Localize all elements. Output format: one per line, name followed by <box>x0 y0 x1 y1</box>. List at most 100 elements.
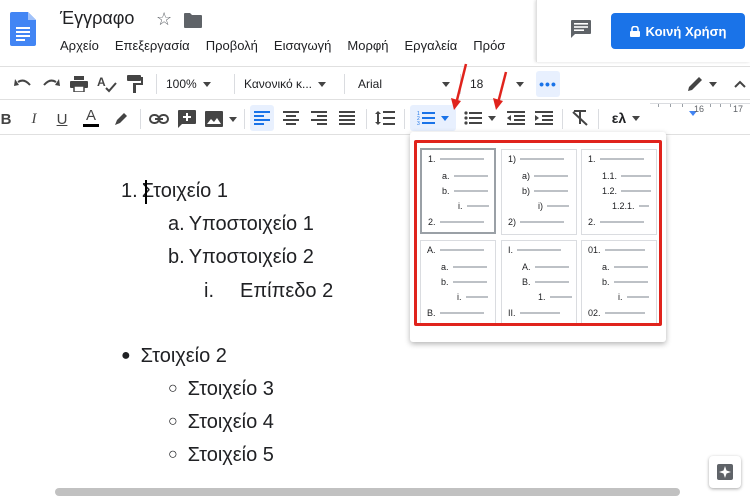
bold-icon: B <box>0 110 12 128</box>
zoom-value: 100% <box>166 77 197 91</box>
zoom-caret-icon <box>202 81 211 87</box>
toolbar-separator <box>366 109 367 129</box>
list-item-text: Υποστοιχείο 2 <box>188 246 314 268</box>
menu-view[interactable]: Προβολή <box>206 38 258 58</box>
annotation-arrows <box>451 63 508 110</box>
italic-button[interactable]: I <box>24 106 44 132</box>
chevron-up-icon <box>734 80 746 88</box>
list-marker: b. <box>168 246 185 268</box>
undo-button[interactable] <box>10 71 36 97</box>
clear-formatting-icon <box>572 110 588 126</box>
hollow-bullet-icon: ○ <box>168 413 178 430</box>
undo-icon <box>14 79 31 86</box>
list-item-text: Στοιχείο 3 <box>187 378 274 400</box>
line-spacing-button[interactable] <box>373 105 397 131</box>
docs-logo-icon[interactable] <box>10 12 36 46</box>
comment-icon[interactable] <box>571 20 591 38</box>
toolbar-separator <box>244 109 245 129</box>
menu-format[interactable]: Μορφή <box>347 38 388 58</box>
toolbar-separator <box>234 74 235 94</box>
list-item[interactable]: ○ Στοιχείο 5 <box>168 444 274 467</box>
zoom-select[interactable]: 100% <box>166 71 226 97</box>
paint-format-icon <box>127 75 143 93</box>
annotation-highlight-box <box>414 140 662 326</box>
style-caret-icon <box>318 81 326 87</box>
list-item[interactable]: ○ Στοιχείο 3 <box>168 378 274 401</box>
redo-button[interactable] <box>38 71 64 97</box>
text-color-icon: A <box>85 106 96 124</box>
print-button[interactable] <box>66 71 92 97</box>
hollow-bullet-icon: ○ <box>168 446 178 463</box>
list-item[interactable]: a. Υποστοιχείο 1 <box>168 213 314 236</box>
share-button[interactable]: Κοινή Χρήση <box>611 13 745 49</box>
insert-image-button[interactable] <box>204 106 238 132</box>
highlighter-icon <box>115 113 127 125</box>
folder-icon[interactable] <box>184 12 202 28</box>
toolbar-format: B I U A 1 2 3 ελ <box>0 101 750 135</box>
add-comment-button[interactable] <box>176 106 198 132</box>
font-value: Arial <box>358 77 383 91</box>
horizontal-scrollbar[interactable] <box>55 488 680 496</box>
align-center-button[interactable] <box>279 105 303 131</box>
menu-bar: Αρχείο Επεξεργασία Προβολή Εισαγωγή Μορφ… <box>60 38 521 58</box>
more-tools-button[interactable]: ••• <box>536 71 560 97</box>
text-color-button[interactable]: A <box>80 104 102 130</box>
list-marker: a. <box>168 213 185 235</box>
input-tools-button[interactable]: ελ <box>606 105 646 131</box>
align-left-button[interactable] <box>250 105 274 131</box>
underline-button[interactable]: U <box>52 106 72 132</box>
clear-formatting-button[interactable] <box>568 105 592 131</box>
add-comment-icon <box>178 110 196 128</box>
menu-file[interactable]: Αρχείο <box>60 38 99 58</box>
spellcheck-icon: A <box>97 75 117 93</box>
list-item[interactable]: i. Επίπεδο 2 <box>204 280 333 303</box>
paint-format-button[interactable] <box>122 71 148 97</box>
toolbar-separator <box>140 109 141 129</box>
editing-mode-button[interactable] <box>684 71 720 97</box>
doc-title[interactable]: Έγγραφο <box>60 8 134 29</box>
list-item[interactable]: 1. Στοιχείο 1 <box>121 180 228 203</box>
list-item[interactable]: ○ Στοιχείο 4 <box>168 411 274 434</box>
list-item-text: Στοιχείο 1 <box>141 180 228 202</box>
toolbar-separator <box>344 74 345 94</box>
spellcheck-button[interactable]: A <box>94 71 120 97</box>
list-item-text: Υποστοιχείο 1 <box>188 213 314 235</box>
menu-addons[interactable]: Πρόσ <box>473 38 505 58</box>
redo-icon <box>43 79 60 86</box>
list-item[interactable]: b. Υποστοιχείο 2 <box>168 246 314 269</box>
lock-icon <box>629 25 640 37</box>
align-center-icon <box>283 111 299 125</box>
increase-indent-button[interactable] <box>532 105 556 131</box>
menu-edit[interactable]: Επεξεργασία <box>115 38 190 58</box>
justify-button[interactable] <box>335 105 359 131</box>
image-caret-icon <box>229 116 237 122</box>
bullet-icon: ● <box>121 347 131 364</box>
insert-link-button[interactable] <box>148 106 170 132</box>
align-right-button[interactable] <box>307 105 331 131</box>
star-icon[interactable]: ☆ <box>156 9 172 30</box>
font-select[interactable]: Arial <box>358 71 450 97</box>
ruler: 16 17 <box>650 101 750 117</box>
hide-menus-button[interactable] <box>730 71 750 97</box>
explore-button[interactable] <box>709 456 741 488</box>
list-item[interactable]: ● Στοιχείο 2 <box>121 345 227 368</box>
list-marker: 1. <box>121 180 138 202</box>
line-spacing-icon <box>375 111 395 125</box>
input-tools-label: ελ <box>611 110 627 126</box>
align-left-icon <box>254 111 270 125</box>
highlight-color-button[interactable] <box>110 106 132 132</box>
numbered-list-icon: 123 <box>417 111 435 126</box>
hollow-bullet-icon: ○ <box>168 380 178 397</box>
italic-icon: I <box>31 110 37 127</box>
menu-insert[interactable]: Εισαγωγή <box>274 38 331 58</box>
text-color-swatch <box>83 123 99 127</box>
toolbar-separator <box>404 109 405 129</box>
paragraph-style-select[interactable]: Κανονικό κ... <box>244 71 336 97</box>
bold-button[interactable]: B <box>0 106 16 132</box>
more-dots-icon: ••• <box>539 76 557 92</box>
increase-indent-icon <box>535 111 553 125</box>
image-icon <box>205 111 223 127</box>
text-cursor <box>145 180 147 204</box>
menu-tools[interactable]: Εργαλεία <box>405 38 458 58</box>
align-right-icon <box>311 111 327 125</box>
